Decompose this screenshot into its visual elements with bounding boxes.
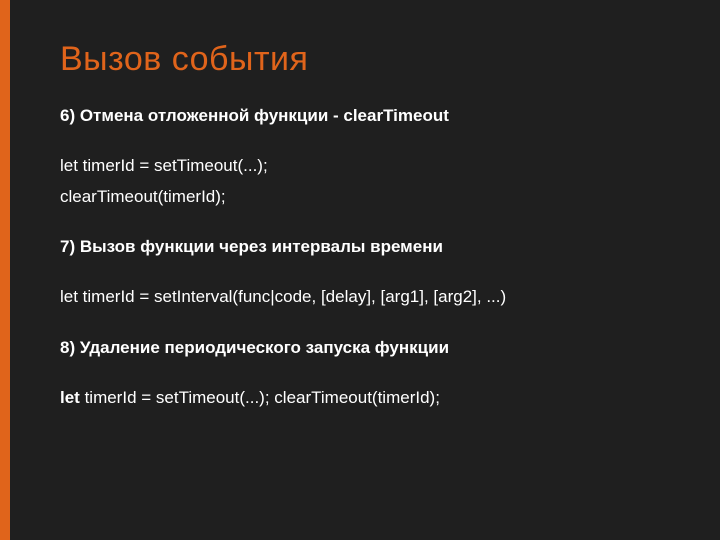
section-7-heading: 7) Вызов функции через интервалы времени xyxy=(60,234,670,260)
section-7-code-line-1: let timerId = setInterval(func|code, [de… xyxy=(60,284,670,310)
slide-title: Вызов события xyxy=(60,40,670,79)
slide: Вызов события 6) Отмена отложенной функц… xyxy=(0,0,720,540)
spacer xyxy=(60,264,670,284)
spacer xyxy=(60,214,670,234)
slide-content: 6) Отмена отложенной функции - clearTime… xyxy=(60,103,670,411)
section-6-code-line-1: let timerId = setTimeout(...); xyxy=(60,153,670,179)
spacer xyxy=(60,315,670,335)
spacer xyxy=(60,365,670,385)
section-8-rest: timerId = setTimeout(...); clearTimeout(… xyxy=(80,388,440,407)
section-8-heading: 8) Удаление периодического запуска функц… xyxy=(60,335,670,361)
let-keyword: let xyxy=(60,388,80,407)
section-8-code-line-1: let timerId = setTimeout(...); clearTime… xyxy=(60,385,670,411)
section-6-code-line-2: clearTimeout(timerId); xyxy=(60,184,670,210)
spacer xyxy=(60,133,670,153)
section-6-heading: 6) Отмена отложенной функции - clearTime… xyxy=(60,103,670,129)
accent-bar xyxy=(0,0,10,540)
